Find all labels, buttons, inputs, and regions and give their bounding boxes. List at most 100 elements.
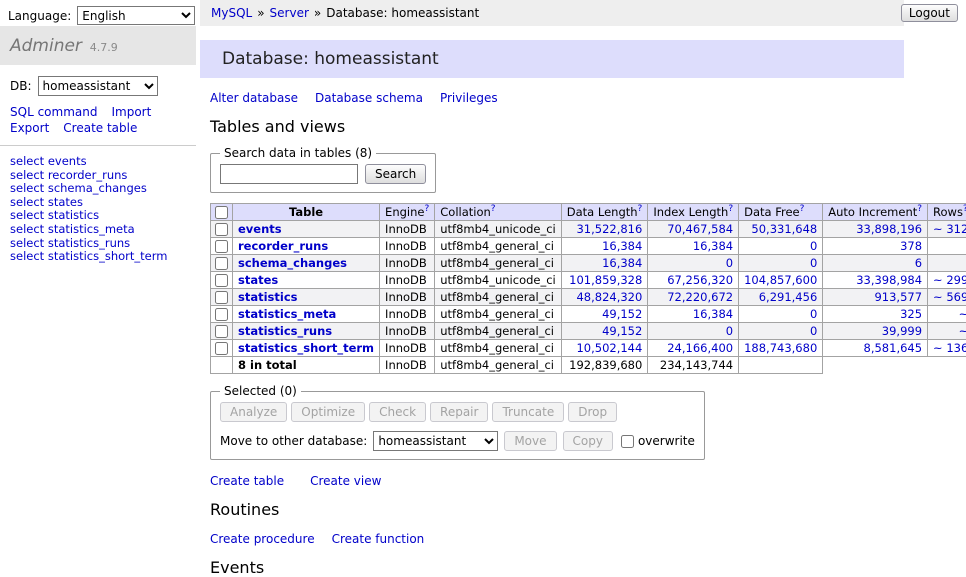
routine-create-link[interactable]: Create function bbox=[332, 532, 425, 546]
data-free-link[interactable]: 104,857,600 bbox=[744, 273, 817, 287]
table-name-link[interactable]: statistics_short_term bbox=[238, 341, 374, 355]
breadcrumb-link[interactable]: Server bbox=[270, 6, 309, 20]
logout-button[interactable]: Logout bbox=[901, 4, 958, 22]
search-input[interactable] bbox=[220, 164, 358, 184]
sidebar-select-link[interactable]: select schema_changes bbox=[10, 182, 186, 196]
db-action-link[interactable]: Alter database bbox=[210, 91, 298, 105]
create-link[interactable]: Create table bbox=[210, 474, 284, 488]
row-checkbox[interactable] bbox=[215, 342, 228, 355]
table-name-link[interactable]: statistics_meta bbox=[238, 307, 336, 321]
language-select[interactable]: English bbox=[77, 6, 195, 25]
table-name-link[interactable]: schema_changes bbox=[238, 256, 347, 270]
row-checkbox[interactable] bbox=[215, 223, 228, 236]
select-all-checkbox[interactable] bbox=[215, 206, 228, 219]
sidebar: Adminer 4.7.9 DB: homeassistant SQL comm… bbox=[0, 26, 196, 273]
sidebar-command-link[interactable]: Export bbox=[10, 121, 49, 135]
sidebar-command-link[interactable]: Import bbox=[111, 105, 151, 119]
auto-increment-link[interactable]: 39,999 bbox=[882, 324, 922, 338]
index-length-link[interactable]: 16,384 bbox=[693, 239, 733, 253]
data-free-link[interactable]: 0 bbox=[810, 239, 817, 253]
engine-cell: InnoDB bbox=[380, 289, 435, 306]
table-name-link[interactable]: states bbox=[238, 273, 278, 287]
data-length-link[interactable]: 49,152 bbox=[602, 307, 642, 321]
engine-cell: InnoDB bbox=[380, 323, 435, 340]
search-button[interactable]: Search bbox=[365, 164, 426, 184]
sidebar-select-link[interactable]: select states bbox=[10, 196, 186, 210]
data-length-link[interactable]: 16,384 bbox=[602, 256, 642, 270]
table-name-link[interactable]: recorder_runs bbox=[238, 239, 328, 253]
table-name-link[interactable]: statistics_runs bbox=[238, 324, 332, 338]
sidebar-command-link[interactable]: Create table bbox=[63, 121, 137, 135]
data-free-cell: 0 bbox=[739, 255, 823, 272]
index-length-link[interactable]: 24,166,400 bbox=[667, 341, 733, 355]
table-name-link[interactable]: events bbox=[238, 222, 282, 236]
sidebar-select-link[interactable]: select recorder_runs bbox=[10, 169, 186, 183]
index-length-link[interactable]: 70,467,584 bbox=[667, 222, 733, 236]
total-label: 8 in total bbox=[233, 357, 380, 374]
data-length-link[interactable]: 49,152 bbox=[602, 324, 642, 338]
adminer-logo-link[interactable]: Adminer bbox=[10, 36, 82, 56]
auto-increment-link[interactable]: 913,577 bbox=[874, 290, 922, 304]
auto-increment-link[interactable]: 378 bbox=[900, 239, 922, 253]
auto-increment-link[interactable]: 8,581,645 bbox=[864, 341, 923, 355]
help-icon[interactable]: ? bbox=[917, 204, 922, 214]
data-free-link[interactable]: 0 bbox=[810, 307, 817, 321]
auto-increment-link[interactable]: 325 bbox=[900, 307, 922, 321]
sidebar-select-link[interactable]: select statistics bbox=[10, 209, 186, 223]
rows-count-link[interactable]: ~ 628 bbox=[959, 324, 966, 338]
help-icon[interactable]: ? bbox=[800, 204, 805, 214]
help-icon[interactable]: ? bbox=[491, 204, 496, 214]
rows-count-link[interactable]: ~ 569,159 bbox=[933, 290, 966, 304]
rows-count-link[interactable]: ~ 312,180 bbox=[933, 222, 966, 236]
index-length-link[interactable]: 72,220,672 bbox=[667, 290, 733, 304]
row-checkbox[interactable] bbox=[215, 325, 228, 338]
engine-cell: InnoDB bbox=[380, 340, 435, 357]
sidebar-select-link[interactable]: select events bbox=[10, 155, 186, 169]
row-checkbox[interactable] bbox=[215, 274, 228, 287]
move-db-select[interactable]: homeassistant bbox=[373, 431, 498, 451]
help-icon[interactable]: ? bbox=[638, 204, 643, 214]
auto-increment-link[interactable]: 33,398,984 bbox=[856, 273, 922, 287]
auto-increment-link[interactable]: 33,898,196 bbox=[856, 222, 922, 236]
sidebar-command-link[interactable]: SQL command bbox=[10, 105, 97, 119]
data-free-link[interactable]: 188,743,680 bbox=[744, 341, 817, 355]
table-name-link[interactable]: statistics bbox=[238, 290, 298, 304]
bulk-action-button: Repair bbox=[430, 402, 488, 422]
routine-create-link[interactable]: Create procedure bbox=[210, 532, 315, 546]
auto-increment-link[interactable]: 6 bbox=[915, 256, 922, 270]
engine-cell: InnoDB bbox=[380, 272, 435, 289]
sidebar-select-link[interactable]: select statistics_meta bbox=[10, 223, 186, 237]
row-checkbox[interactable] bbox=[215, 308, 228, 321]
rows-count-link[interactable]: ~ 136,108 bbox=[933, 341, 966, 355]
sidebar-select-link[interactable]: select statistics_runs bbox=[10, 237, 186, 251]
row-checkbox[interactable] bbox=[215, 257, 228, 270]
db-action-link[interactable]: Privileges bbox=[440, 91, 498, 105]
rows-count-link[interactable]: ~ 244 bbox=[959, 307, 966, 321]
row-checkbox[interactable] bbox=[215, 291, 228, 304]
data-length-link[interactable]: 10,502,144 bbox=[576, 341, 642, 355]
breadcrumb-link[interactable]: MySQL bbox=[211, 6, 252, 20]
data-length-link[interactable]: 101,859,328 bbox=[569, 273, 642, 287]
data-length-link[interactable]: 48,824,320 bbox=[576, 290, 642, 304]
table-row: schema_changes InnoDB utf8mb4_general_ci… bbox=[211, 255, 966, 272]
data-free-link[interactable]: 0 bbox=[810, 324, 817, 338]
db-action-link[interactable]: Database schema bbox=[315, 91, 423, 105]
help-icon[interactable]: ? bbox=[728, 204, 733, 214]
data-length-link[interactable]: 16,384 bbox=[602, 239, 642, 253]
overwrite-checkbox[interactable] bbox=[621, 435, 634, 448]
data-free-link[interactable]: 0 bbox=[810, 256, 817, 270]
row-checkbox[interactable] bbox=[215, 240, 228, 253]
data-free-link[interactable]: 6,291,456 bbox=[759, 290, 818, 304]
sidebar-select-link[interactable]: select statistics_short_term bbox=[10, 250, 186, 264]
data-length-link[interactable]: 31,522,816 bbox=[576, 222, 642, 236]
index-length-link[interactable]: 0 bbox=[726, 256, 733, 270]
help-icon[interactable]: ? bbox=[424, 204, 429, 214]
index-length-link[interactable]: 67,256,320 bbox=[667, 273, 733, 287]
data-free-link[interactable]: 50,331,648 bbox=[751, 222, 817, 236]
db-select[interactable]: homeassistant bbox=[38, 76, 158, 96]
column-header-table[interactable]: Table bbox=[233, 204, 380, 221]
rows-count-link[interactable]: ~ 299,833 bbox=[933, 273, 966, 287]
index-length-link[interactable]: 16,384 bbox=[693, 307, 733, 321]
create-link[interactable]: Create view bbox=[310, 474, 381, 488]
index-length-link[interactable]: 0 bbox=[726, 324, 733, 338]
